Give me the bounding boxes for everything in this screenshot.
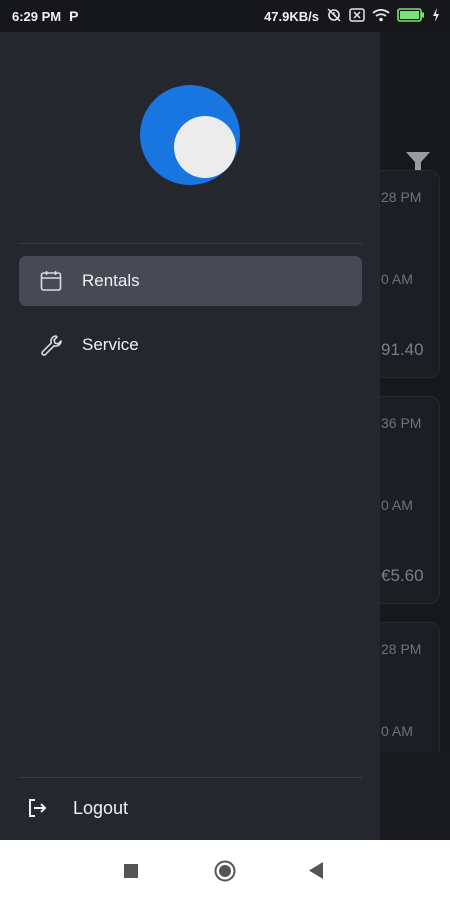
rental-end-time: 0 AM bbox=[381, 271, 413, 287]
sidebar-item-label: Rentals bbox=[82, 271, 140, 290]
sim-icon bbox=[349, 8, 365, 25]
sidebar-item-label: Service bbox=[82, 335, 139, 354]
parking-app-icon: P bbox=[69, 8, 79, 24]
wrench-icon bbox=[39, 333, 63, 357]
battery-icon bbox=[397, 8, 425, 25]
calendar-icon bbox=[39, 269, 63, 293]
sidebar-item-service[interactable]: Service bbox=[19, 320, 362, 370]
avatar-dot bbox=[174, 116, 236, 178]
rental-start-time: 36 PM bbox=[381, 415, 422, 431]
rental-start-time: 28 PM bbox=[381, 189, 422, 205]
drawer-divider-top bbox=[19, 243, 362, 244]
rental-amount: 91.40 bbox=[381, 340, 424, 359]
logout-icon bbox=[25, 796, 49, 820]
charging-icon bbox=[432, 8, 440, 25]
rental-amount: €5.60 bbox=[381, 566, 424, 585]
recents-button[interactable] bbox=[124, 864, 138, 883]
drawer-divider-bottom bbox=[19, 777, 362, 778]
sidebar-item-rentals[interactable]: Rentals bbox=[19, 256, 362, 306]
back-button[interactable] bbox=[309, 862, 323, 884]
logout-label: Logout bbox=[73, 797, 129, 818]
status-time: 6:29 PM bbox=[12, 8, 62, 24]
rental-end-time: 0 AM bbox=[381, 723, 413, 739]
alarm-icon bbox=[326, 7, 342, 26]
home-button[interactable] bbox=[214, 860, 236, 887]
status-bar: 6:29 PM P 47.9KB/s bbox=[0, 0, 450, 32]
network-speed: 47.9KB/s bbox=[264, 9, 319, 24]
system-navigation-bar bbox=[0, 840, 450, 900]
navigation-drawer: Rentals Service Logout bbox=[0, 32, 380, 840]
logout-button[interactable]: Logout bbox=[19, 784, 362, 832]
rental-start-time: 28 PM bbox=[381, 641, 422, 657]
rental-end-time: 0 AM bbox=[381, 497, 413, 513]
avatar[interactable] bbox=[140, 85, 240, 185]
wifi-icon bbox=[372, 8, 390, 25]
